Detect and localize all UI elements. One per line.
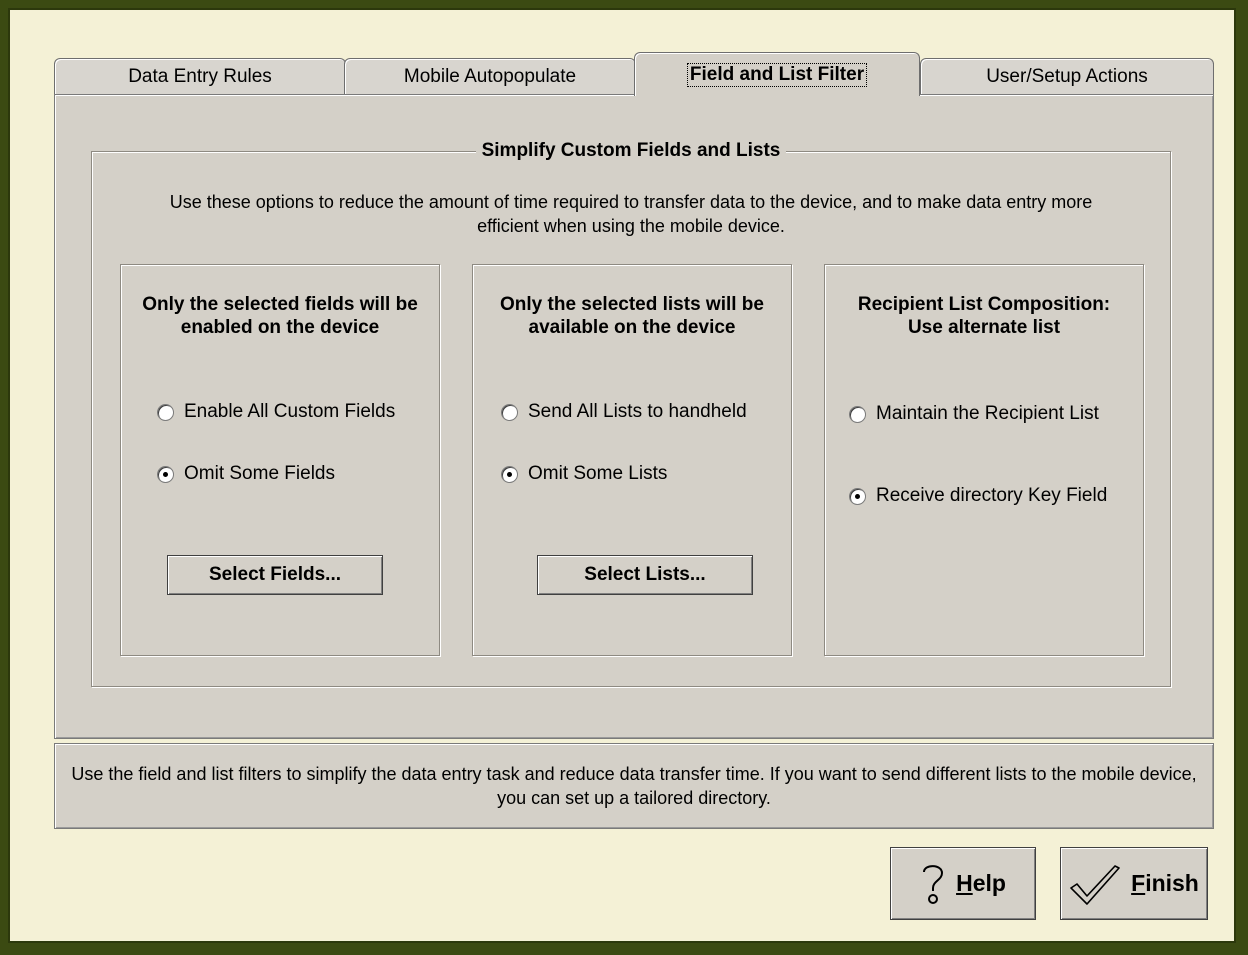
lists-panel: Only the selected lists will be availabl… — [472, 264, 792, 656]
receive-directory-key-field-radio[interactable]: Receive directory Key Field — [849, 485, 1107, 507]
radio-label: Receive directory Key Field — [876, 485, 1108, 506]
radio-circle — [501, 465, 518, 483]
radio-circle — [157, 403, 174, 421]
radio-circle — [849, 487, 866, 505]
tab-label: Mobile Autopopulate — [403, 65, 577, 87]
radio-label: Maintain the Recipient List — [876, 403, 1099, 424]
tab-label: Data Entry Rules — [128, 65, 272, 87]
radio-circle — [501, 403, 518, 421]
enable-all-custom-fields-radio[interactable]: Enable All Custom Fields — [157, 401, 395, 423]
simplify-groupbox: Simplify Custom Fields and Lists Use the… — [91, 140, 1171, 687]
wizard-window: Data Entry Rules Mobile Autopopulate Fie… — [8, 8, 1236, 943]
groupbox-title: Simplify Custom Fields and Lists — [475, 140, 787, 161]
tab-strip: Data Entry Rules Mobile Autopopulate Fie… — [54, 50, 1214, 96]
tab-data-entry-rules[interactable]: Data Entry Rules — [54, 58, 346, 94]
fields-panel: Only the selected fields will be enabled… — [120, 264, 440, 656]
help-button-label: Help — [956, 870, 1006, 896]
select-lists-button[interactable]: Select Lists... — [537, 555, 753, 595]
tab-panel: Simplify Custom Fields and Lists Use the… — [54, 94, 1214, 739]
finish-button-label: Finish — [1131, 870, 1199, 896]
tab-mobile-autopopulate[interactable]: Mobile Autopopulate — [344, 58, 636, 94]
radio-label: Enable All Custom Fields — [184, 401, 396, 422]
select-fields-button[interactable]: Select Fields... — [167, 555, 383, 595]
omit-some-fields-radio[interactable]: Omit Some Fields — [157, 463, 335, 485]
tab-user-setup-actions[interactable]: User/Setup Actions — [920, 58, 1214, 94]
checkmark-icon — [1069, 862, 1121, 906]
send-all-lists-radio[interactable]: Send All Lists to handheld — [501, 401, 747, 423]
omit-some-lists-radio[interactable]: Omit Some Lists — [501, 463, 667, 485]
radio-circle — [157, 465, 174, 483]
status-description: Use the field and list filters to simpli… — [54, 743, 1214, 829]
intro-text: Use these options to reduce the amount o… — [169, 192, 1093, 236]
radio-label: Omit Some Fields — [184, 463, 335, 484]
question-mark-icon — [920, 862, 946, 906]
tab-label: User/Setup Actions — [986, 65, 1148, 87]
help-button[interactable]: Help — [890, 847, 1036, 920]
recipient-panel: Recipient List Composition: Use alternat… — [824, 264, 1144, 656]
lists-panel-title: Only the selected lists will be availabl… — [500, 294, 764, 338]
finish-button[interactable]: Finish — [1060, 847, 1208, 920]
tab-label: Field and List Filter — [686, 62, 868, 87]
recipient-panel-title: Recipient List Composition: Use alternat… — [857, 294, 1111, 338]
maintain-recipient-list-radio[interactable]: Maintain the Recipient List — [849, 403, 1099, 425]
fields-panel-title: Only the selected fields will be enabled… — [142, 294, 418, 338]
radio-circle — [849, 405, 866, 423]
radio-label: Send All Lists to handheld — [528, 401, 747, 422]
tab-field-and-list-filter[interactable]: Field and List Filter — [634, 52, 920, 96]
radio-label: Omit Some Lists — [528, 463, 668, 484]
